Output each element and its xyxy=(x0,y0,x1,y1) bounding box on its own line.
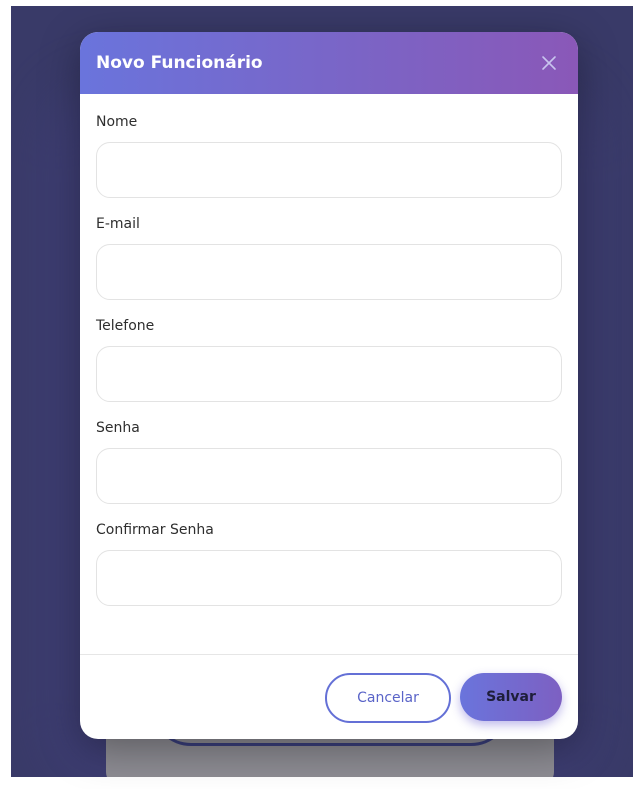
telefone-label: Telefone xyxy=(96,318,155,334)
field-confirmar-senha: Confirmar Senha xyxy=(96,522,562,606)
nome-label: Nome xyxy=(96,114,138,130)
senha-label: Senha xyxy=(96,420,140,436)
modal-footer: Cancelar Salvar xyxy=(80,654,578,739)
field-telefone: Telefone xyxy=(96,318,562,402)
close-icon xyxy=(542,56,556,70)
email-label: E-mail xyxy=(96,216,140,232)
save-button[interactable]: Salvar xyxy=(460,673,562,721)
field-email: E-mail xyxy=(96,216,562,300)
new-employee-modal: Novo Funcionário Nome E-mail Telefone Se… xyxy=(80,32,578,739)
field-senha: Senha xyxy=(96,420,562,504)
modal-header: Novo Funcionário xyxy=(80,32,578,94)
modal-body: Nome E-mail Telefone Senha Confirmar Sen… xyxy=(80,94,578,606)
senha-input[interactable] xyxy=(96,448,562,504)
confirmar-senha-label: Confirmar Senha xyxy=(96,522,214,538)
field-nome: Nome xyxy=(96,114,562,198)
close-button[interactable] xyxy=(536,50,562,76)
email-input[interactable] xyxy=(96,244,562,300)
nome-input[interactable] xyxy=(96,142,562,198)
telefone-input[interactable] xyxy=(96,346,562,402)
modal-title: Novo Funcionário xyxy=(96,53,263,73)
confirmar-senha-input[interactable] xyxy=(96,550,562,606)
cancel-button[interactable]: Cancelar xyxy=(325,673,451,723)
